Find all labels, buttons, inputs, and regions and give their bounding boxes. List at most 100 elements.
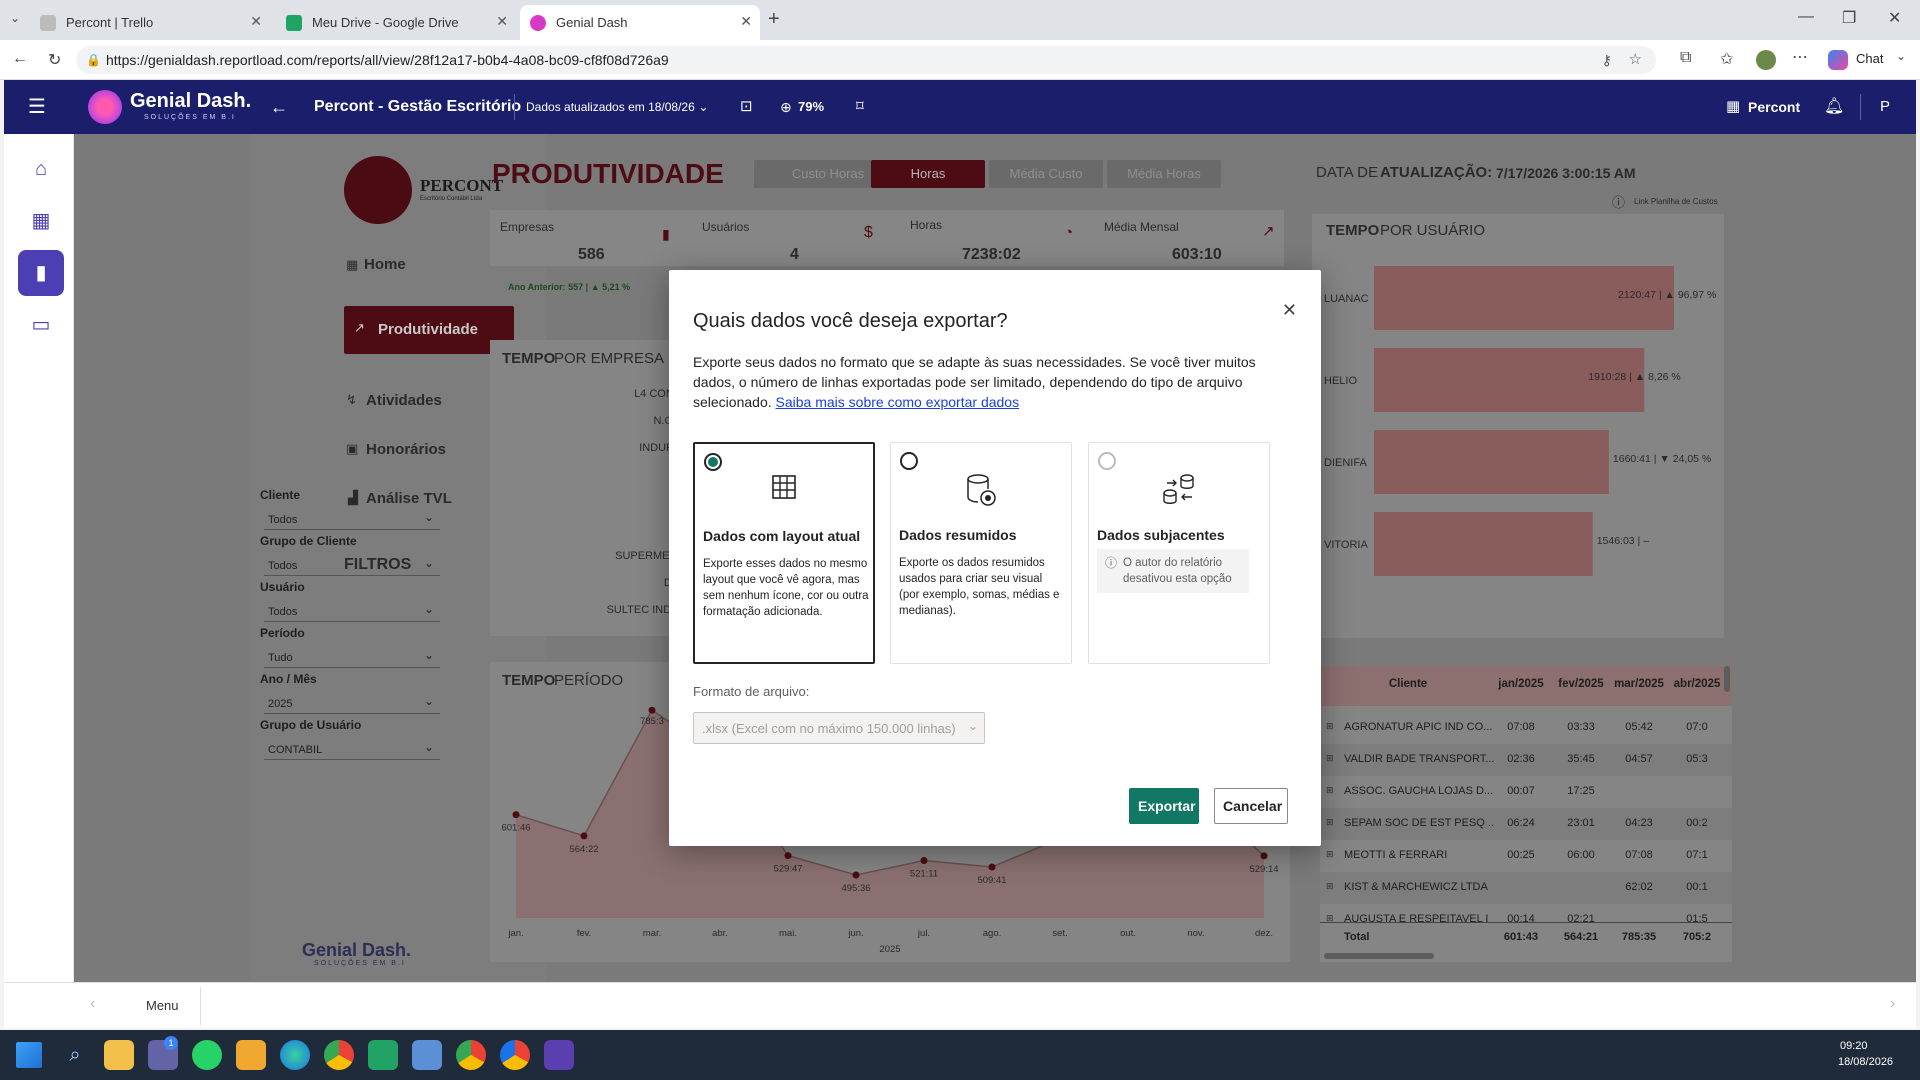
radio-unselected[interactable]	[900, 452, 918, 470]
favorite-star-icon[interactable]: ☆	[1629, 46, 1642, 74]
close-icon[interactable]: ✕	[1282, 300, 1297, 321]
format-select[interactable]: .xlsx (Excel com no máximo 150.000 linha…	[693, 712, 985, 744]
page-tab-menu[interactable]: Menu	[146, 998, 179, 1013]
filter-dropdown[interactable]: CONTABIL ⌄	[264, 740, 440, 760]
media-custo-button[interactable]: Média Custo	[989, 160, 1103, 188]
key-icon[interactable]: ⚷	[1602, 46, 1612, 74]
export-button[interactable]: Exportar	[1129, 788, 1199, 824]
column-header[interactable]: Cliente	[1324, 678, 1492, 690]
filter-dropdown[interactable]: Todos ⌄	[264, 510, 440, 530]
more-icon[interactable]: ⋯	[1792, 47, 1808, 67]
expand-icon[interactable]: ⊞	[1326, 785, 1334, 796]
tab-genial-dash[interactable]: Genial Dash ✕	[520, 5, 760, 40]
teams-icon[interactable]: 1	[148, 1036, 178, 1070]
chrome-profile-2-icon[interactable]	[500, 1040, 530, 1070]
close-icon[interactable]: ✕	[740, 13, 752, 30]
profile-avatar[interactable]	[1756, 50, 1776, 70]
zoom-level[interactable]: 79%	[798, 80, 824, 134]
column-header[interactable]: fev/2025	[1552, 678, 1610, 690]
tab-trello[interactable]: Percont | Trello ✕	[30, 5, 270, 40]
window-close-icon[interactable]: ✕	[1888, 8, 1901, 28]
table-row[interactable]: ⊞ VALDIR BADE TRANSPORT... 02:36 35:45 04:57…	[1320, 744, 1732, 776]
chrome-icon[interactable]	[324, 1040, 354, 1070]
column-header[interactable]: jan/2025	[1492, 678, 1550, 690]
new-tab-icon[interactable]: +	[768, 8, 780, 31]
hamburger-menu-icon[interactable]: ☰	[28, 80, 46, 134]
cancel-button[interactable]: Cancelar	[1214, 788, 1288, 824]
tab-list-icon[interactable]: ⌄	[10, 11, 20, 25]
table-row[interactable]: ⊞ KIST & MARCHEWICZ LTDA 62:02 00:1	[1320, 872, 1732, 904]
chrome-profile-icon[interactable]	[456, 1040, 486, 1070]
user-bar[interactable]	[1374, 512, 1593, 576]
chat-label[interactable]: Chat	[1856, 51, 1883, 66]
chevron-right-icon[interactable]: ›	[1890, 995, 1895, 1013]
periodo-point[interactable]	[988, 863, 996, 871]
reports-icon[interactable]: ▮	[18, 250, 64, 296]
clock-date[interactable]: 18/08/2026	[1838, 1056, 1893, 1068]
restore-icon[interactable]: ❐	[1842, 8, 1856, 28]
file-explorer-icon[interactable]	[104, 1040, 134, 1070]
expand-icon[interactable]: ⊞	[1326, 817, 1334, 828]
horas-button[interactable]: Horas	[871, 160, 985, 188]
periodo-point[interactable]	[852, 871, 860, 879]
table-row[interactable]: ⊞ SEPAM SOC DE EST PESQ ... 06:24 23:01 04:2…	[1320, 808, 1732, 840]
nav-home[interactable]: Home	[364, 256, 406, 273]
filter-dropdown[interactable]: Tudo ⌄	[264, 648, 440, 668]
option-summarized[interactable]: Dados resumidos Exporte os dados resumid…	[890, 442, 1072, 664]
periodo-point[interactable]	[920, 856, 928, 864]
user-avatar[interactable]: P	[1880, 80, 1890, 134]
bookmark-icon[interactable]: ⌑	[856, 80, 864, 134]
learn-more-link[interactable]: Saiba mais sobre como exportar dados	[776, 394, 1020, 410]
zoom-icon[interactable]: ⊕	[780, 80, 792, 134]
option-current-layout[interactable]: Dados com layout atual Exporte esses dad…	[693, 442, 875, 664]
fit-to-page-icon[interactable]: ⊡	[740, 80, 753, 134]
expand-icon[interactable]: ⊞	[1326, 721, 1334, 732]
periodo-point[interactable]	[648, 706, 656, 714]
url-field[interactable]: 🔒 https://genialdash.reportload.com/repo…	[76, 46, 1656, 74]
nav-honorarios[interactable]: Honorários	[366, 441, 446, 458]
close-icon[interactable]: ✕	[250, 13, 262, 30]
periodo-point[interactable]	[1260, 852, 1268, 860]
dashboards-icon[interactable]: ▦	[18, 198, 64, 244]
favorites-icon[interactable]: ✩	[1720, 49, 1733, 69]
table-row[interactable]: ⊞ ASSOC. GAUCHA LOJAS D... 00:07 17:25	[1320, 776, 1732, 808]
filter-dropdown[interactable]: Todos ⌄	[264, 556, 440, 576]
filter-dropdown[interactable]: Todos ⌄	[264, 602, 440, 622]
periodo-point[interactable]	[580, 832, 588, 840]
back-arrow-icon[interactable]: ←	[270, 80, 288, 134]
minimize-icon[interactable]: —	[1798, 8, 1814, 26]
table-row[interactable]: ⊞ AGRONATUR APIC IND CO... 07:08 03:33 05:42…	[1320, 712, 1732, 744]
presentation-icon[interactable]: ▭	[18, 302, 64, 348]
tab-google-drive[interactable]: Meu Drive - Google Drive ✕	[276, 5, 516, 40]
whatsapp-icon[interactable]	[192, 1040, 222, 1070]
periodo-point[interactable]	[784, 852, 792, 860]
back-icon[interactable]: ←	[12, 50, 28, 68]
link-planilha[interactable]: Link Planilha de Custos	[1634, 197, 1718, 206]
close-icon[interactable]: ✕	[496, 13, 508, 30]
expand-icon[interactable]: ⊞	[1326, 753, 1334, 764]
notification-bell-icon[interactable]: 🔔︎	[1824, 80, 1844, 134]
column-header[interactable]: mar/2025	[1610, 678, 1668, 690]
reload-icon[interactable]: ↻	[48, 50, 61, 70]
home-icon[interactable]: ⌂	[18, 146, 64, 192]
edge-icon[interactable]	[280, 1040, 310, 1070]
notes-icon[interactable]	[236, 1040, 266, 1070]
search-icon[interactable]: ⌕	[60, 1040, 90, 1070]
media-horas-button[interactable]: Média Horas	[1107, 160, 1221, 188]
column-header[interactable]: abr/2025	[1668, 678, 1726, 690]
chevron-down-icon[interactable]: ⌄	[1896, 49, 1906, 63]
expand-icon[interactable]: ⊞	[1326, 881, 1334, 892]
clock-time[interactable]: 09:20	[1840, 1040, 1868, 1052]
nav-analise-tvl[interactable]: Análise TVL	[366, 490, 452, 507]
chevron-left-icon[interactable]: ‹	[90, 995, 95, 1013]
app-icon[interactable]	[412, 1040, 442, 1070]
filter-dropdown[interactable]: 2025 ⌄	[264, 694, 440, 714]
radio-selected[interactable]	[704, 453, 722, 471]
expand-icon[interactable]: ⊞	[1326, 849, 1334, 860]
excel-icon[interactable]	[368, 1040, 398, 1070]
copilot-icon[interactable]	[1828, 50, 1848, 70]
horizontal-scrollbar[interactable]	[1324, 953, 1434, 959]
table-row[interactable]: ⊞ MEOTTI & FERRARI 00:25 06:00 07:08 07:1	[1320, 840, 1732, 872]
extensions-icon[interactable]: ⧉	[1680, 49, 1691, 67]
nav-produtividade[interactable]: ↗ Produtividade	[344, 306, 514, 354]
